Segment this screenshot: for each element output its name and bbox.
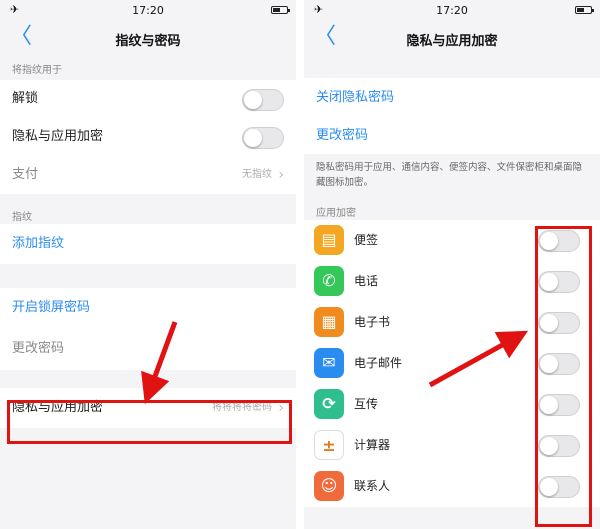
app-name: 互传 <box>354 397 379 411</box>
close-privacy-password[interactable]: 关闭隐私密码 <box>304 78 600 118</box>
row-payment[interactable]: 支付 无指纹 › <box>0 156 296 194</box>
battery-icon <box>575 6 594 14</box>
row-label: 解锁 <box>12 91 39 106</box>
status-time: 17:20 <box>132 4 164 17</box>
calculator-icon: ± <box>314 430 344 460</box>
row-label: 隐私与应用加密 <box>12 129 104 144</box>
status-time: 17:20 <box>436 4 468 17</box>
row-label: 更改密码 <box>316 128 369 143</box>
add-fingerprint[interactable]: 添加指纹 <box>0 224 296 264</box>
phone-icon: ✆ <box>314 266 344 296</box>
app-name: 联系人 <box>354 479 391 493</box>
nav-bar: 〈 隐私与应用加密 <box>304 20 600 58</box>
contacts-icon: ☺ <box>314 471 344 501</box>
row-privacy-encryption[interactable]: 隐私与应用加密 <box>0 118 296 156</box>
status-bar: ✈ 17:20 <box>304 0 600 20</box>
change-password[interactable]: 更改密码 <box>0 328 296 370</box>
app-name: 计算器 <box>354 438 391 452</box>
row-unlock[interactable]: 解锁 <box>0 80 296 118</box>
highlight-box-app-toggles <box>535 226 592 527</box>
section-label-app-encryption: 应用加密 <box>316 208 356 219</box>
row-label: 添加指纹 <box>12 236 65 251</box>
privacy-toggle[interactable] <box>242 127 284 149</box>
payment-hint: 无指纹 <box>242 169 272 180</box>
app-name: 电子书 <box>354 315 391 329</box>
ebook-icon: ▦ <box>314 307 344 337</box>
nav-bar: 〈 指纹与密码 <box>0 20 296 58</box>
divider <box>296 0 304 529</box>
app-name: 电子邮件 <box>354 356 403 370</box>
unlock-toggle[interactable] <box>242 89 284 111</box>
transfer-icon: ⟳ <box>314 389 344 419</box>
page-title: 指纹与密码 <box>115 34 181 49</box>
status-bar: ✈ 17:20 <box>0 0 296 20</box>
battery-icon <box>271 6 290 14</box>
privacy-description: 隐私密码用于应用、通信内容、便签内容、文件保密柜和桌面隐藏图标加密。 <box>316 162 583 188</box>
change-password[interactable]: 更改密码 <box>304 118 600 154</box>
row-label: 关闭隐私密码 <box>316 90 395 105</box>
notes-icon: ▤ <box>314 225 344 255</box>
highlight-box-privacy-entry <box>7 400 292 444</box>
section-label-fingerprint: 指纹 <box>12 212 32 223</box>
enable-lock-password[interactable]: 开启锁屏密码 <box>0 288 296 328</box>
row-label: 开启锁屏密码 <box>12 300 91 315</box>
page-title: 隐私与应用加密 <box>406 34 498 49</box>
app-name: 便签 <box>354 233 379 247</box>
mail-icon: ✉ <box>314 348 344 378</box>
phone-screen-fingerprint: ✈ 17:20 〈 指纹与密码 将指纹用于 解锁 隐私与应用加密 支付 无指纹 … <box>0 0 296 529</box>
app-name: 电话 <box>354 274 379 288</box>
chevron-right-icon: › <box>278 167 284 183</box>
section-label-use: 将指纹用于 <box>12 65 62 76</box>
row-label: 支付 <box>12 167 39 182</box>
row-label: 更改密码 <box>12 341 65 356</box>
